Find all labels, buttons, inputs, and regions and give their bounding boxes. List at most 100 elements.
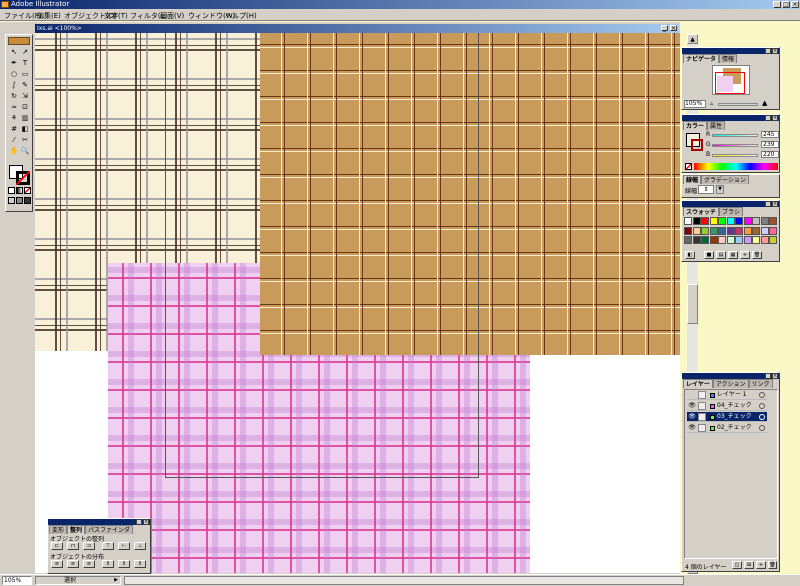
layer-target-icon[interactable]: [759, 403, 765, 409]
gradient-tool-icon[interactable]: ◧: [20, 124, 30, 134]
swatch-chip[interactable]: [735, 217, 743, 225]
swatch-chip[interactable]: [684, 217, 692, 225]
screen-mode-full-icon[interactable]: [24, 197, 31, 204]
maximize-icon[interactable]: □: [782, 1, 790, 8]
swatch-chip[interactable]: [769, 236, 777, 244]
eye-icon[interactable]: 👁: [688, 402, 696, 410]
swatch-chip[interactable]: [743, 236, 752, 244]
channel-slider-b[interactable]: [712, 154, 758, 157]
channel-value-g[interactable]: 239: [761, 141, 779, 148]
scroll-up-icon[interactable]: ▲: [687, 34, 698, 44]
layer-lock-toggle[interactable]: [698, 413, 706, 421]
tab-brushes[interactable]: ブラシ: [719, 207, 743, 216]
mesh-tool-icon[interactable]: #: [9, 124, 19, 134]
scissors-tool-icon[interactable]: ✂: [20, 135, 30, 145]
swatch-chip[interactable]: [760, 226, 769, 235]
channel-value-r[interactable]: 245: [761, 131, 779, 138]
swatch-delete-icon[interactable]: 🗑: [752, 251, 762, 259]
layer-delete-icon[interactable]: 🗑: [768, 561, 777, 569]
layer-new-sublayer-icon[interactable]: ⊞: [744, 561, 754, 569]
doc-close-icon[interactable]: ×: [670, 25, 677, 32]
navigator-zoom-field[interactable]: 105%: [684, 100, 706, 108]
swatch-show-pattern-icon[interactable]: ▦: [728, 251, 738, 259]
artboard-canvas[interactable]: [35, 33, 680, 573]
tab-info[interactable]: 情報: [719, 54, 738, 63]
tab-swatches[interactable]: スウォッチ: [683, 207, 720, 216]
color-none-icon[interactable]: [685, 163, 692, 170]
layer-name[interactable]: レイヤー 1: [717, 390, 747, 400]
layer-visibility-toggle[interactable]: [688, 391, 696, 399]
swatch-chip[interactable]: [760, 217, 769, 225]
swatch-chip[interactable]: [701, 217, 709, 225]
tab-gradient[interactable]: グラデーション: [701, 175, 749, 184]
swatch-chip[interactable]: [709, 236, 718, 244]
align-right-icon[interactable]: ⊐: [83, 542, 95, 550]
align-left-icon[interactable]: ⊏: [51, 542, 63, 550]
direct-selection-tool-icon[interactable]: ↗: [20, 47, 30, 57]
stroke-weight-stepper[interactable]: ⇕: [698, 185, 714, 194]
navigator-view-box[interactable]: [715, 72, 745, 94]
layer-row[interactable]: レイヤー 1: [687, 390, 767, 400]
tab-transform[interactable]: 変形: [49, 525, 68, 534]
color-mode-icon[interactable]: [8, 187, 15, 194]
swatch-chip[interactable]: [718, 236, 726, 244]
channel-slider-g[interactable]: [712, 144, 758, 147]
swatch-chip[interactable]: [709, 217, 718, 225]
swatch-chip[interactable]: [718, 226, 726, 235]
status-menu-icon[interactable]: ▶: [112, 577, 120, 584]
layer-lock-toggle[interactable]: [698, 391, 706, 399]
swatch-chip[interactable]: [718, 217, 726, 225]
status-tool-display[interactable]: 選択: [35, 576, 121, 585]
rotate-tool-icon[interactable]: ↻: [9, 91, 19, 101]
none-mode-icon[interactable]: [24, 187, 31, 194]
swatch-show-gradient-icon[interactable]: ▤: [716, 251, 726, 259]
zoom-tool-icon[interactable]: 🔍: [20, 146, 30, 156]
channel-value-b[interactable]: 220: [761, 151, 779, 158]
swatch-show-all-icon[interactable]: ◧: [685, 251, 695, 259]
layer-target-icon[interactable]: [759, 392, 765, 398]
tab-links[interactable]: リンク: [748, 379, 773, 388]
stroke-weight-dropdown-icon[interactable]: ▼: [716, 185, 724, 194]
swatch-chip[interactable]: [743, 226, 752, 235]
layer-make-clip-icon[interactable]: ◫: [732, 561, 742, 569]
align-vcenter-icon[interactable]: ⊢: [118, 542, 130, 550]
color-spectrum-bar[interactable]: [694, 163, 778, 170]
color-stroke-swatch[interactable]: [691, 139, 703, 151]
navigator-preview[interactable]: [712, 65, 750, 95]
scale-tool-icon[interactable]: ⇲: [20, 91, 30, 101]
symbol-tool-icon[interactable]: ⚘: [9, 113, 19, 123]
align-hcenter-icon[interactable]: ⊓: [67, 542, 79, 550]
swatch-chip[interactable]: [701, 226, 709, 235]
eyedropper-tool-icon[interactable]: ⁄: [9, 135, 19, 145]
swatch-chip[interactable]: [726, 236, 735, 244]
swatch-chip[interactable]: [769, 217, 777, 225]
layer-lock-toggle[interactable]: [698, 402, 706, 410]
channel-slider-r[interactable]: [712, 134, 758, 137]
zoom-in-icon[interactable]: ▲: [762, 100, 770, 108]
tab-attributes[interactable]: 属性: [707, 121, 726, 130]
pen-tool-icon[interactable]: ✒: [9, 58, 19, 68]
swatch-chip[interactable]: [692, 226, 701, 235]
swatch-chip[interactable]: [735, 236, 743, 244]
swatch-chip[interactable]: [726, 226, 735, 235]
layer-name[interactable]: 04_チェック: [717, 401, 752, 411]
ellipse-tool-icon[interactable]: ○: [9, 69, 19, 79]
close-icon[interactable]: ×: [791, 1, 799, 8]
tab-pathfinder[interactable]: パスファインダ: [85, 525, 134, 534]
menu-view[interactable]: 画面(V): [160, 11, 184, 21]
graph-tool-icon[interactable]: ▥: [20, 113, 30, 123]
navigator-zoom-slider[interactable]: [718, 103, 758, 106]
layer-row[interactable]: 👁 04_チェック: [687, 401, 767, 411]
scroll-thumb[interactable]: [687, 284, 698, 324]
distribute-bottom-icon[interactable]: ≡: [83, 560, 95, 568]
eye-icon[interactable]: 👁: [688, 424, 696, 432]
swatch-chip[interactable]: [692, 236, 701, 244]
tab-actions[interactable]: アクション: [712, 379, 749, 388]
swatch-chip[interactable]: [684, 226, 692, 235]
swatch-chip[interactable]: [735, 226, 743, 235]
warp-tool-icon[interactable]: ≈: [9, 102, 19, 112]
eye-icon[interactable]: 👁: [688, 413, 696, 421]
menu-type[interactable]: 文字(T): [104, 11, 128, 21]
screen-mode-standard-icon[interactable]: [8, 197, 15, 204]
free-transform-tool-icon[interactable]: ⊡: [20, 102, 30, 112]
